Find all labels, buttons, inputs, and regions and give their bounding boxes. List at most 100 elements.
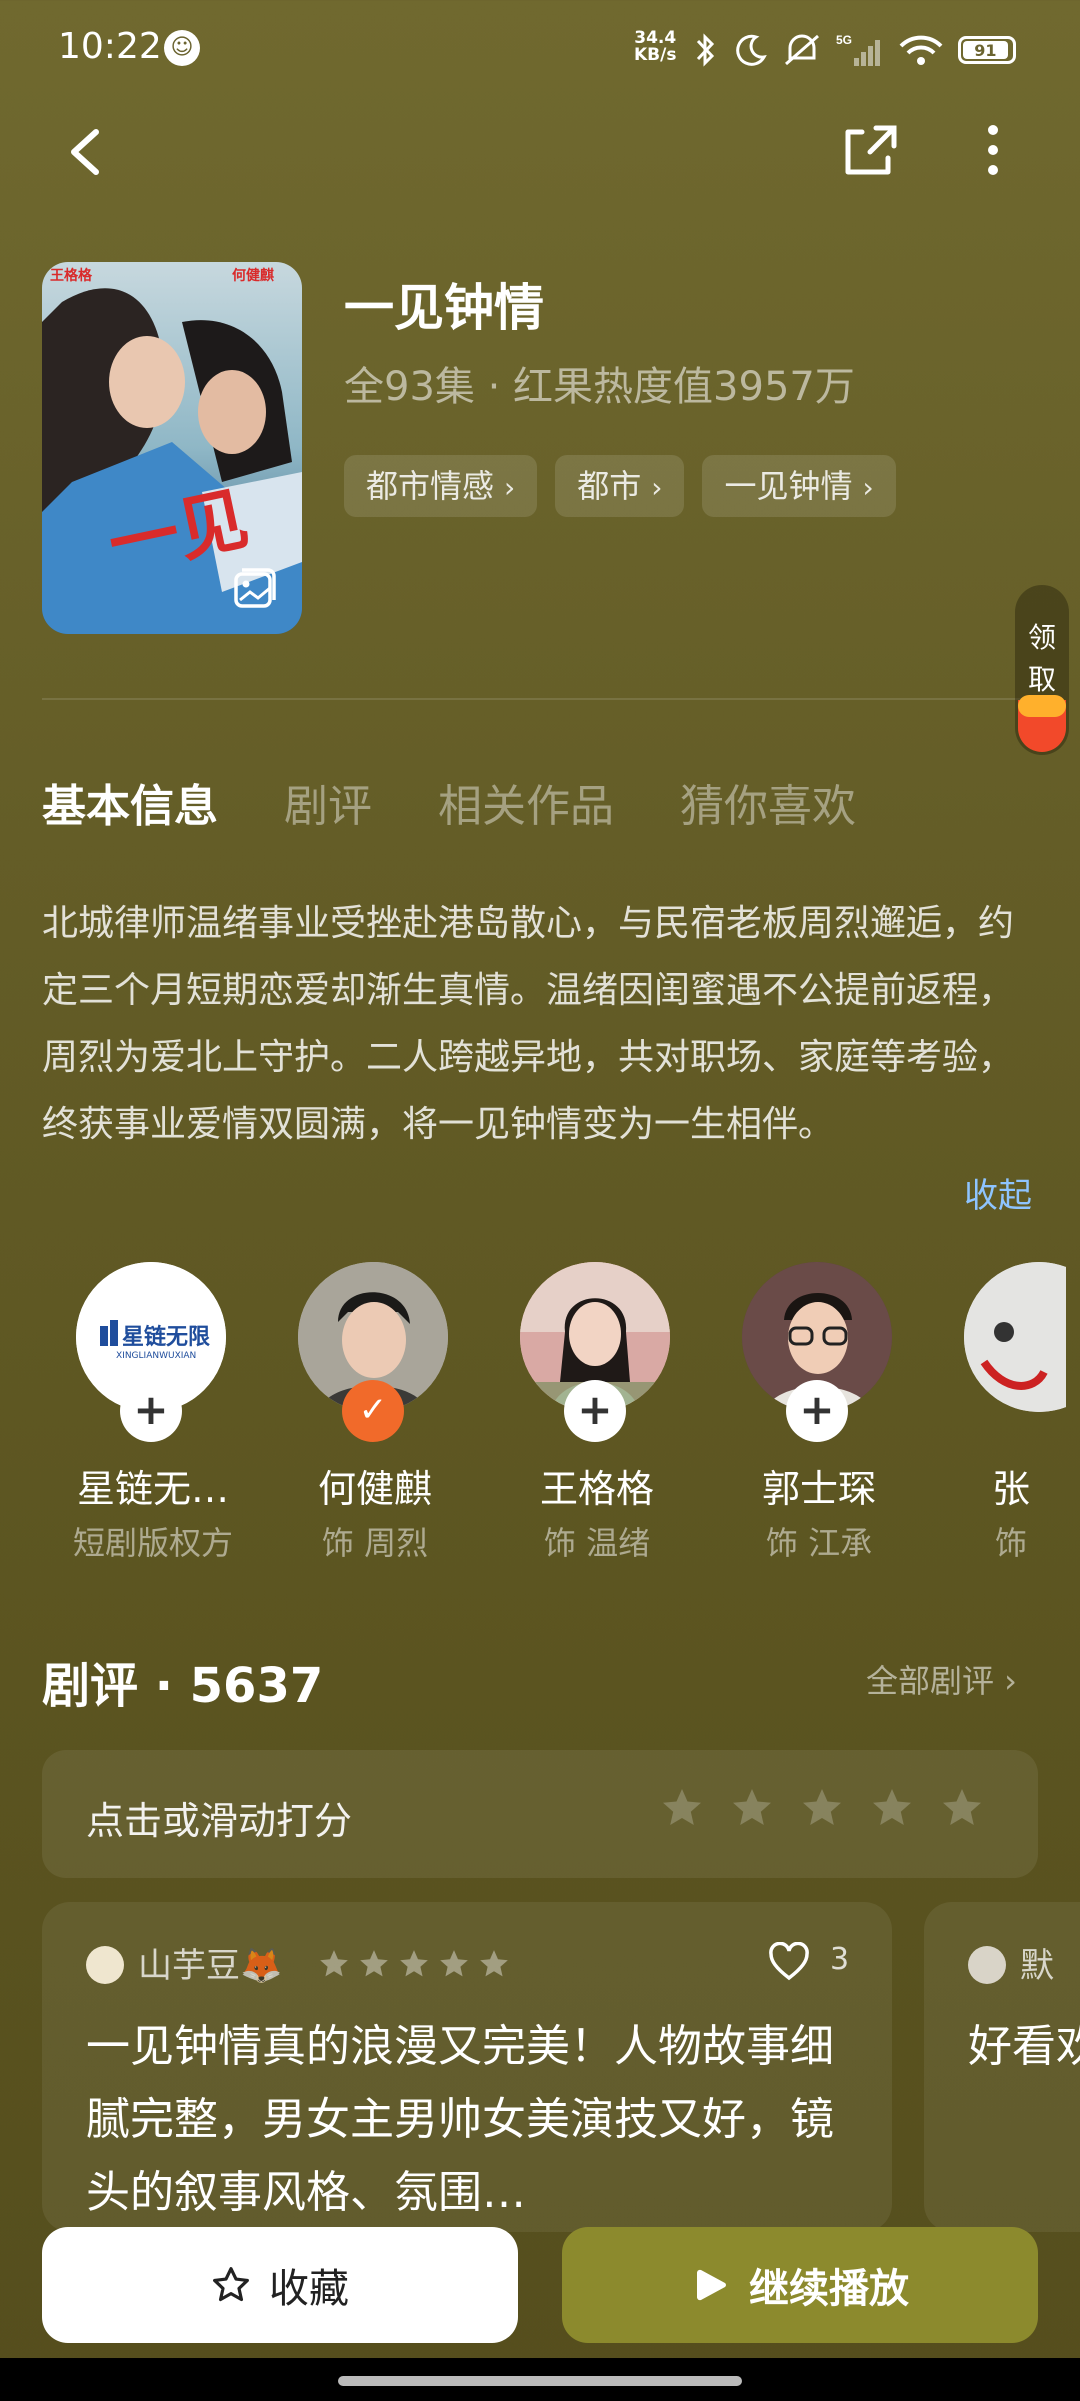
star-icon[interactable] [940, 1786, 984, 1830]
chevron-left-icon [71, 129, 99, 175]
share-button[interactable] [838, 118, 902, 182]
star-icon [320, 1950, 348, 1977]
home-indicator[interactable] [338, 2376, 742, 2386]
cast-role: 饰 温绪 [543, 1524, 651, 1562]
tab-related-works[interactable]: 相关作品 [438, 770, 614, 834]
review-username: 默 [1020, 1946, 1054, 1986]
bluetooth-icon [696, 33, 715, 67]
all-reviews-link[interactable]: 全部剧评 › [866, 1656, 1017, 1702]
battery-icon: 91 [958, 36, 1016, 64]
play-icon [696, 2269, 726, 2301]
star-icon[interactable] [870, 1786, 914, 1830]
rating-stars[interactable] [660, 1786, 984, 1830]
signal-icon: 5G [836, 33, 880, 66]
svg-text:王格格: 王格格 [50, 267, 93, 284]
tag-item[interactable]: 都市情感 › [344, 455, 538, 517]
star-icon [400, 1950, 428, 1977]
share-icon [845, 125, 897, 175]
status-icons: 5G 91 [690, 28, 1016, 72]
avatar [968, 1946, 1006, 1984]
review-username: 山芋豆🦊 [138, 1946, 283, 1986]
cast-name: 何健麒 [317, 1467, 432, 1511]
favorite-button[interactable]: 收藏 [42, 2227, 518, 2343]
gallery-icon[interactable] [232, 566, 278, 612]
status-time: 10:22 [58, 26, 162, 67]
cast-item[interactable]: 星链无限 XINGLIANWUXIAN + 星链无… 短剧版权方 [66, 1262, 233, 1582]
tab-reviews[interactable]: 剧评 [284, 770, 372, 834]
svg-text:星链无限: 星链无限 [122, 1324, 210, 1350]
reviews-heading: 剧评 · 5637 [42, 1658, 324, 1714]
cast-item[interactable]: + 郭士琛 饰 江承 [724, 1262, 894, 1582]
drama-title: 一见钟情 [344, 279, 544, 337]
star-icon [440, 1950, 468, 1977]
like-count: 3 [830, 1942, 850, 1977]
tab-basic-info[interactable]: 基本信息 [42, 770, 218, 834]
rating-prompt: 点击或滑动打分 [86, 1799, 353, 1843]
continue-play-button[interactable]: 继续播放 [562, 2227, 1038, 2343]
cast-list: 星链无限 XINGLIANWUXIAN + 星链无… 短剧版权方 ✓ 何健麒 饰 … [66, 1262, 1066, 1582]
status-bar: 10:22 ☺ 34.4 KB/s 5G 91 [0, 0, 1080, 100]
red-packet-top [1018, 695, 1066, 717]
review-text: 好看欢的有港 [968, 2021, 1080, 2072]
star-icon [480, 1950, 508, 1977]
reward-label-line: 领 [1027, 621, 1056, 654]
chevron-right-icon: › [862, 471, 874, 504]
heart-icon [769, 1941, 809, 1981]
follow-button[interactable]: + [786, 1380, 848, 1442]
tag-item[interactable]: 一见钟情 › [702, 455, 896, 517]
rating-box[interactable]: 点击或滑动打分 [42, 1750, 1038, 1878]
tag-list: 都市情感 › 都市 › 一见钟情 › [344, 455, 896, 517]
svg-text:5G: 5G [836, 33, 852, 47]
cast-name: 星链无… [76, 1467, 229, 1511]
cast-name: 王格格 [539, 1467, 654, 1511]
cast-role: 短剧版权方 [72, 1524, 233, 1562]
tag-label: 一见钟情 [724, 467, 853, 505]
cast-role: 饰 周烈 [321, 1524, 429, 1562]
cast-name: 张 [991, 1467, 1030, 1511]
review-card[interactable]: 默 好看欢的有港 [924, 1902, 1080, 2232]
tag-item[interactable]: 都市 › [555, 455, 685, 517]
tag-label: 都市情感 [366, 467, 495, 505]
cast-role: 饰 [994, 1524, 1027, 1562]
star-outline-icon [213, 2267, 249, 2302]
star-icon[interactable] [800, 1786, 844, 1830]
followed-check-icon[interactable]: ✓ [342, 1380, 404, 1442]
like-button[interactable] [768, 1941, 810, 1982]
tab-recommendations[interactable]: 猜你喜欢 [680, 770, 856, 834]
notification-icon: ☺ [164, 30, 200, 66]
mute-icon [785, 34, 819, 66]
star-icon[interactable] [660, 1786, 704, 1830]
wifi-icon [899, 35, 943, 65]
cast-item[interactable]: 张 饰 [946, 1262, 1066, 1582]
avatar [964, 1262, 1066, 1412]
review-card[interactable]: 山芋豆🦊 3 一见钟情真的浪漫又完美！人物故事细腻完整，男女主男帅女美演技又好，… [42, 1902, 892, 2232]
cast-role: 饰 江承 [765, 1524, 873, 1562]
synopsis-text: 北城律师温绪事业受挫赴港岛散心，与民宿老板周烈邂逅，约定三个月短期恋爱却渐生真情… [42, 903, 1015, 1145]
reward-label: 领 取 [1015, 617, 1069, 701]
divider [42, 698, 1038, 700]
network-speed-unit: KB/s [634, 45, 677, 65]
reward-button[interactable]: 领 取 [1015, 585, 1069, 755]
more-vertical-icon [988, 125, 998, 175]
more-button[interactable] [968, 118, 1018, 182]
battery-level: 91 [963, 41, 1008, 60]
cast-name: 郭士琛 [761, 1467, 876, 1511]
follow-button[interactable]: + [120, 1380, 182, 1442]
svg-text:何健麒: 何健麒 [232, 267, 274, 284]
chevron-right-icon: › [651, 471, 663, 504]
collapse-link[interactable]: 收起 [964, 1168, 1032, 1217]
back-button[interactable] [60, 118, 120, 188]
tag-label: 都市 [577, 467, 642, 505]
review-stars [318, 1948, 510, 1980]
favorite-label: 收藏 [269, 2266, 349, 2312]
cast-item[interactable]: + 王格格 饰 温绪 [502, 1262, 672, 1582]
chevron-right-icon: › [504, 471, 516, 504]
tab-bar: 基本信息 剧评 相关作品 猜你喜欢 [42, 770, 856, 834]
cast-item[interactable]: ✓ 何健麒 饰 周烈 [280, 1262, 450, 1582]
avatar [86, 1946, 124, 1984]
svg-text:XINGLIANWUXIAN: XINGLIANWUXIAN [116, 1351, 196, 1361]
star-icon[interactable] [730, 1786, 774, 1830]
star-icon [360, 1950, 388, 1977]
follow-button[interactable]: + [564, 1380, 626, 1442]
moon-icon [736, 34, 767, 66]
